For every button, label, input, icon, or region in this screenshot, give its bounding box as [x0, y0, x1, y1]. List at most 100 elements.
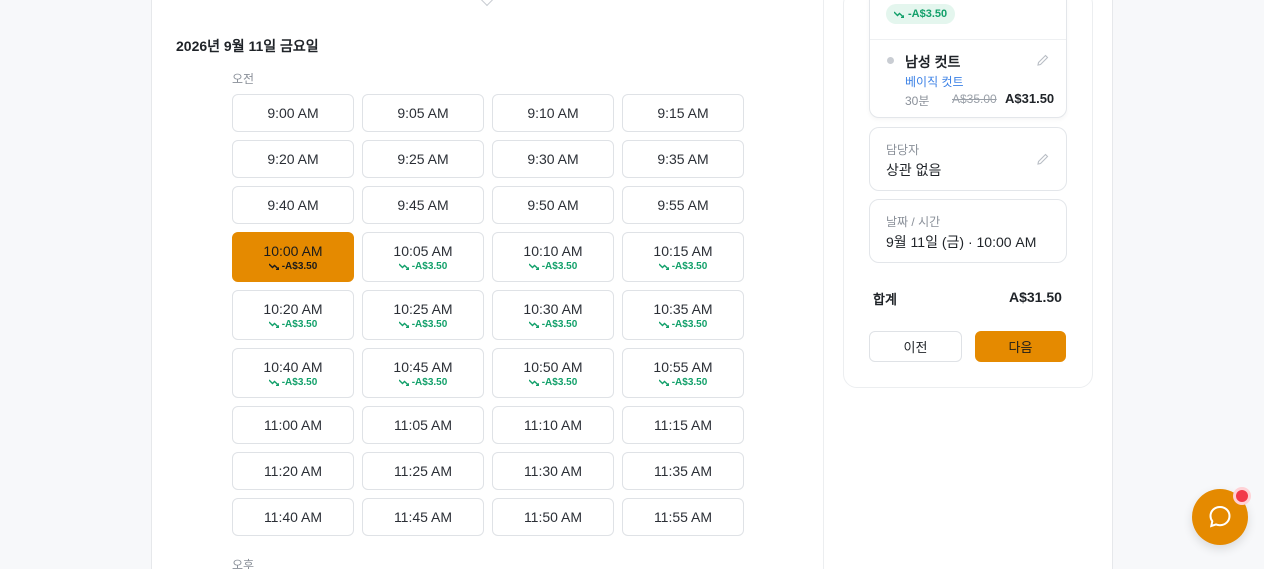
time-slot-label: 9:50 AM: [527, 197, 579, 213]
time-slot-discount: -A$3.50: [658, 319, 707, 330]
total-value: A$31.50: [1009, 289, 1062, 305]
time-slot[interactable]: 10:00 AM -A$3.50: [232, 232, 354, 282]
trend-down-icon: [658, 321, 669, 328]
trend-down-icon: [398, 321, 409, 328]
time-slot-discount-text: -A$3.50: [411, 318, 448, 330]
divider: [870, 39, 1066, 40]
time-slot-label: 9:45 AM: [397, 197, 449, 213]
time-slot[interactable]: 10:15 AM -A$3.50: [622, 232, 744, 282]
time-slot-discount-text: -A$3.50: [671, 260, 708, 272]
notification-badge: [1233, 487, 1251, 505]
time-slot-discount: -A$3.50: [398, 260, 448, 272]
datetime-label: 날짜 / 시간: [886, 215, 941, 229]
time-slot[interactable]: 11:35 AM: [622, 452, 744, 490]
time-slot-discount: -A$3.50: [398, 376, 448, 388]
trend-down-icon: [398, 379, 409, 386]
time-slot[interactable]: 10:10 AM -A$3.50: [492, 232, 614, 282]
time-slot[interactable]: 9:15 AM: [622, 94, 744, 132]
time-slot-discount: -A$3.50: [268, 319, 317, 330]
time-slot[interactable]: 10:40 AM -A$3.50: [232, 348, 354, 398]
time-slot[interactable]: 11:50 AM: [492, 498, 614, 536]
time-slot-label: 11:20 AM: [263, 463, 323, 479]
time-slot-label: 10:55 AM: [653, 358, 713, 375]
discount-pill-text: -A$3.50: [908, 8, 948, 20]
service-price: A$31.50: [1005, 91, 1055, 106]
time-slot-label: 9:00 AM: [267, 105, 319, 121]
time-slot-label: 11:45 AM: [393, 509, 453, 525]
time-slot[interactable]: 9:05 AM: [362, 94, 484, 132]
time-slot[interactable]: 11:25 AM: [362, 452, 484, 490]
time-slot[interactable]: 10:45 AM -A$3.50: [362, 348, 484, 398]
time-slot-label: 10:15 AM: [653, 242, 713, 259]
time-slot-label: 9:35 AM: [657, 151, 709, 167]
time-slot-label: 10:05 AM: [393, 242, 453, 259]
time-slot[interactable]: 9:30 AM: [492, 140, 614, 178]
time-slot[interactable]: 11:05 AM: [362, 406, 484, 444]
prev-button[interactable]: 이전: [869, 331, 962, 362]
time-slot[interactable]: 11:15 AM: [622, 406, 744, 444]
edit-pencil-icon[interactable]: [1036, 53, 1050, 67]
time-slot[interactable]: 10:05 AM -A$3.50: [362, 232, 484, 282]
time-slot-label: 9:25 AM: [397, 151, 449, 167]
time-slot-discount: -A$3.50: [398, 318, 448, 330]
time-slot-discount-text: -A$3.50: [541, 260, 578, 272]
time-slot[interactable]: 9:55 AM: [622, 186, 744, 224]
time-slot-label: 9:55 AM: [657, 197, 709, 213]
time-slot[interactable]: 11:10 AM: [492, 406, 614, 444]
morning-label: 오전: [232, 72, 255, 86]
time-slot-discount: -A$3.50: [658, 260, 708, 272]
time-slot[interactable]: 10:25 AM -A$3.50: [362, 290, 484, 340]
time-slot[interactable]: 10:20 AM -A$3.50: [232, 290, 354, 340]
time-slot[interactable]: 11:20 AM: [232, 452, 354, 490]
date-heading: 2026년 9월 11일 금요일: [176, 38, 319, 54]
time-slot[interactable]: 9:00 AM: [232, 94, 354, 132]
status-dot: [887, 57, 894, 64]
time-slot[interactable]: 9:35 AM: [622, 140, 744, 178]
time-slot[interactable]: 9:25 AM: [362, 140, 484, 178]
time-slot-discount-text: -A$3.50: [411, 376, 448, 388]
time-slot-discount: -A$3.50: [528, 260, 578, 272]
trend-down-icon: [398, 263, 409, 270]
trend-down-icon: [268, 263, 279, 270]
time-slot-discount-text: -A$3.50: [411, 260, 448, 272]
time-slot[interactable]: 10:55 AM -A$3.50: [622, 348, 744, 398]
time-slot-label: 11:05 AM: [393, 417, 453, 433]
time-slot[interactable]: 11:00 AM: [232, 406, 354, 444]
staff-value: 상관 없음: [886, 162, 942, 178]
service-summary-card: -A$3.50 남성 컷트 베이직 컷트 30분 A$35.00 A$31.50: [869, 0, 1067, 118]
time-slot[interactable]: 10:30 AM -A$3.50: [492, 290, 614, 340]
time-slot[interactable]: 11:40 AM: [232, 498, 354, 536]
time-slot[interactable]: 11:30 AM: [492, 452, 614, 490]
time-slot-label: 11:25 AM: [393, 463, 453, 479]
time-slot[interactable]: 9:40 AM: [232, 186, 354, 224]
trend-down-icon: [528, 379, 539, 386]
time-slot-label: 9:15 AM: [657, 105, 709, 121]
time-slot[interactable]: 10:35 AM -A$3.50: [622, 290, 744, 340]
time-slot[interactable]: 9:20 AM: [232, 140, 354, 178]
time-slot-label: 9:05 AM: [397, 105, 449, 121]
trend-down-icon: [528, 263, 539, 270]
time-slot-label: 11:35 AM: [653, 463, 713, 479]
time-slot-discount: -A$3.50: [528, 318, 578, 330]
time-slot[interactable]: 9:45 AM: [362, 186, 484, 224]
datetime-card: 날짜 / 시간 9월 11일 (금) · 10:00 AM: [869, 199, 1067, 263]
trend-down-icon: [268, 321, 279, 328]
time-slot[interactable]: 9:10 AM: [492, 94, 614, 132]
time-slot-label: 11:55 AM: [653, 509, 713, 525]
time-slot-label: 11:50 AM: [523, 509, 583, 525]
time-slot[interactable]: 10:50 AM -A$3.50: [492, 348, 614, 398]
time-slot-label: 11:40 AM: [263, 509, 323, 525]
time-slot-discount-text: -A$3.50: [671, 376, 708, 388]
time-slot-discount-text: -A$3.50: [541, 318, 578, 330]
time-slot[interactable]: 9:50 AM: [492, 186, 614, 224]
time-slot-discount-text: -A$3.50: [541, 376, 578, 388]
chat-bubble-icon: [1209, 505, 1231, 528]
time-slot[interactable]: 11:55 AM: [622, 498, 744, 536]
trend-down-icon: [268, 379, 279, 386]
time-slot[interactable]: 11:45 AM: [362, 498, 484, 536]
time-slot-discount: -A$3.50: [268, 377, 317, 388]
time-slot-label: 10:20 AM: [263, 300, 323, 317]
next-button[interactable]: 다음: [975, 331, 1066, 362]
edit-pencil-icon[interactable]: [1036, 152, 1050, 166]
staff-card[interactable]: 담당자 상관 없음: [869, 127, 1067, 191]
